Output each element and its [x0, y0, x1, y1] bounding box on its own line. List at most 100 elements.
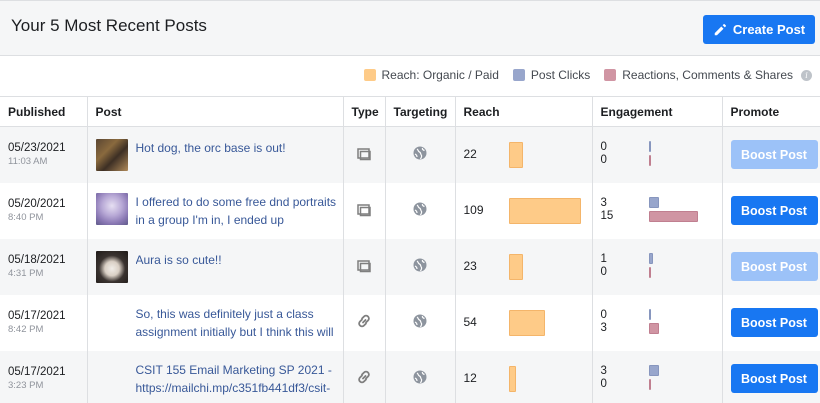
reactions-value: 0 — [600, 154, 607, 166]
targeting-cell — [385, 126, 456, 183]
reach-value: 22 — [463, 147, 477, 161]
engagement-values: 3 15 — [601, 197, 614, 223]
table-row: 05/20/2021 8:40 PM I offered to do some … — [0, 182, 820, 239]
boost-post-button[interactable]: Boost Post — [730, 196, 818, 225]
table-row: 05/17/2021 3:23 PM CSIT 155 Email Market… — [0, 350, 820, 403]
post-thumbnail[interactable] — [95, 360, 128, 393]
post-clicks-bar — [648, 252, 653, 264]
boost-post-button[interactable]: Boost Post — [730, 252, 818, 281]
post-clicks-bar — [648, 196, 659, 208]
post-link[interactable]: So, this was definitely just a class ass… — [136, 305, 343, 341]
targeting-cell — [385, 294, 456, 351]
targeting-cell — [385, 182, 456, 239]
post-clicks-bar — [648, 308, 651, 320]
post-thumbnail[interactable] — [95, 192, 128, 225]
reach-bar — [508, 253, 523, 280]
promote-cell: Boost Post — [722, 182, 820, 239]
type-cell — [343, 294, 386, 351]
column-header-published[interactable]: Published — [0, 96, 88, 127]
post-cell[interactable]: Hot dog, the orc base is out! — [87, 126, 344, 183]
post-time: 3:23 PM — [8, 380, 44, 391]
reactions-value: 0 — [600, 265, 607, 278]
post-clicks-bar — [648, 364, 659, 376]
create-post-label: Create Post — [732, 22, 806, 37]
reach-bar — [508, 197, 581, 224]
link-icon — [358, 370, 370, 384]
post-clicks-swatch — [512, 69, 525, 81]
column-header-type[interactable]: Type — [343, 96, 386, 127]
post-link[interactable]: Aura is so cute!! — [136, 251, 343, 269]
legend-item-reach: Reach: Organic / Paid — [363, 68, 499, 82]
post-thumbnail[interactable] — [95, 304, 128, 337]
engagement-cell: 3 15 — [592, 182, 723, 239]
post-thumbnail[interactable] — [95, 138, 128, 171]
published-cell: 05/20/2021 8:40 PM — [0, 182, 88, 239]
type-cell — [343, 238, 386, 295]
chart-legend: Reach: Organic / Paid Post Clicks Reacti… — [363, 68, 812, 82]
column-header-targeting[interactable]: Targeting — [385, 96, 456, 127]
table-row: 05/18/2021 4:31 PM Aura is so cute!! 23 — [0, 238, 820, 295]
type-cell — [343, 350, 386, 403]
column-header-promote: Promote — [722, 96, 820, 127]
published-cell: 05/23/2021 11:03 AM — [0, 126, 88, 183]
info-icon[interactable]: i — [801, 69, 812, 81]
boost-post-button[interactable]: Boost Post — [730, 308, 818, 337]
post-cell[interactable]: CSIT 155 Email Marketing SP 2021 - https… — [87, 350, 344, 403]
reach-bar — [508, 309, 545, 336]
table-header-row: Published Post Type Targeting Reach Enga… — [0, 96, 820, 127]
reach-cell: 12 — [455, 350, 593, 403]
post-clicks-bar — [648, 141, 651, 152]
reach-value: 109 — [463, 202, 484, 217]
reach-cell: 109 — [455, 182, 593, 239]
reactions-bar — [648, 266, 651, 278]
post-clicks-value: 3 — [600, 364, 607, 377]
post-date: 05/23/2021 — [8, 142, 66, 155]
post-cell[interactable]: I offered to do some free dnd portraits … — [87, 182, 344, 239]
post-time: 8:40 PM — [8, 212, 44, 223]
column-header-reach[interactable]: Reach — [455, 96, 593, 127]
recent-posts-table: Published Post Type Targeting Reach Enga… — [0, 96, 820, 403]
reactions-bar — [648, 155, 651, 166]
page-header: Your 5 Most Recent Posts Create Post — [0, 0, 820, 56]
reach-bar — [508, 142, 523, 168]
reactions-swatch — [604, 69, 617, 81]
reach-value: 54 — [463, 314, 477, 329]
reach-value: 12 — [463, 370, 477, 385]
legend-item-reactions: Reactions, Comments & Shares i — [604, 68, 812, 82]
post-date: 05/17/2021 — [8, 310, 66, 322]
engagement-values: 0 3 — [601, 309, 607, 335]
post-cell[interactable]: Aura is so cute!! — [87, 238, 344, 295]
post-date: 05/20/2021 — [8, 198, 66, 210]
engagement-values: 3 0 — [601, 365, 607, 391]
boost-post-button[interactable]: Boost Post — [730, 140, 818, 170]
post-clicks-value: 3 — [600, 196, 607, 209]
post-time: 11:03 AM — [8, 156, 48, 168]
column-header-post: Post — [87, 96, 344, 127]
table-row: 05/17/2021 8:42 PM So, this was definite… — [0, 294, 820, 351]
photo-album-icon — [357, 204, 371, 217]
post-clicks-value: 0 — [600, 141, 607, 153]
type-cell — [343, 182, 386, 239]
reach-cell: 54 — [455, 294, 593, 351]
photo-album-icon — [357, 260, 371, 273]
post-link[interactable]: Hot dog, the orc base is out! — [136, 139, 343, 157]
published-cell: 05/17/2021 8:42 PM — [0, 294, 88, 351]
reactions-bar — [648, 210, 698, 222]
boost-post-button[interactable]: Boost Post — [730, 364, 818, 393]
post-link[interactable]: I offered to do some free dnd portraits … — [136, 193, 343, 229]
column-header-engagement[interactable]: Engagement — [592, 96, 723, 127]
globe-icon — [413, 202, 427, 216]
promote-cell: Boost Post — [722, 350, 820, 403]
post-date: 05/18/2021 — [8, 254, 66, 266]
create-post-button[interactable]: Create Post — [703, 15, 815, 44]
page-title: Your 5 Most Recent Posts — [11, 16, 207, 35]
post-cell[interactable]: So, this was definitely just a class ass… — [87, 294, 344, 351]
photo-album-icon — [357, 148, 371, 161]
post-date: 05/17/2021 — [8, 366, 66, 378]
table-row: 05/23/2021 11:03 AM Hot dog, the orc bas… — [0, 126, 820, 183]
post-link[interactable]: CSIT 155 Email Marketing SP 2021 - https… — [136, 361, 343, 397]
globe-icon — [413, 258, 427, 272]
post-thumbnail[interactable] — [95, 250, 128, 283]
reactions-value: 15 — [600, 209, 614, 222]
published-cell: 05/17/2021 3:23 PM — [0, 350, 88, 403]
